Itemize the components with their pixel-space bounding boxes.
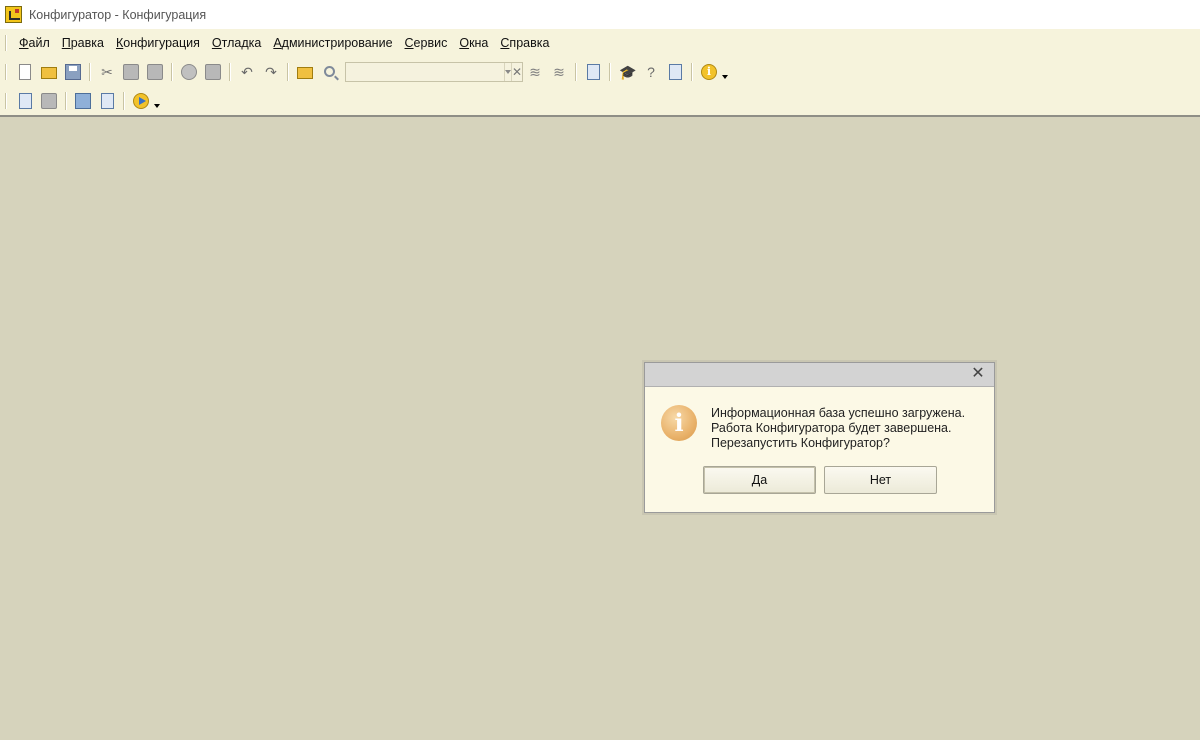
- toolbar-separator: [287, 62, 289, 81]
- toolbar-grip: [5, 63, 7, 80]
- menu-help[interactable]: Справка: [494, 36, 555, 50]
- redo-icon: ↷: [265, 63, 277, 80]
- toolbar-separator: [123, 92, 125, 110]
- find-in-folder-button[interactable]: [294, 61, 316, 83]
- context-help-button[interactable]: ?: [640, 61, 662, 83]
- dialog-message: Информационная база успешно загружена. Р…: [711, 406, 965, 451]
- cut-button[interactable]: ✂: [96, 61, 118, 83]
- assistant-button[interactable]: 🎓: [616, 61, 638, 83]
- find-prev-button[interactable]: ≋: [548, 61, 570, 83]
- configuration-icon: [18, 93, 32, 109]
- find-button[interactable]: [318, 61, 340, 83]
- dialog-message-line: Информационная база успешно загружена.: [711, 406, 966, 420]
- play-icon: [133, 93, 149, 109]
- print-icon: [181, 63, 197, 80]
- chevron-down-icon[interactable]: [154, 104, 160, 108]
- book-icon: [668, 63, 682, 80]
- save-icon: [65, 63, 81, 80]
- toolbar-grip: [5, 93, 7, 109]
- help-search-icon: ?: [647, 63, 655, 80]
- print-button[interactable]: [178, 61, 200, 83]
- syntax-helper-button[interactable]: [664, 61, 686, 83]
- scissors-icon: ✂: [101, 63, 113, 80]
- menu-edit[interactable]: Правка: [56, 36, 110, 50]
- close-icon[interactable]: ✕: [970, 366, 986, 382]
- chevron-down-icon[interactable]: [504, 62, 511, 81]
- new-button[interactable]: [14, 61, 36, 83]
- toolbar-separator: [171, 62, 173, 81]
- dialog-message-line: Работа Конфигуратора будет завершена.: [711, 421, 952, 435]
- syntax-check-button[interactable]: [582, 61, 604, 83]
- main-workspace: [0, 119, 1200, 740]
- update-database-button[interactable]: [72, 90, 94, 112]
- menu-configuration[interactable]: Конфигурация: [110, 36, 206, 50]
- search-input[interactable]: [346, 62, 504, 81]
- menu-bar: Файл Правка Конфигурация Отладка Админис…: [0, 29, 1200, 56]
- menu-administration[interactable]: Администрирование: [267, 36, 398, 50]
- database-update-icon: [75, 93, 91, 109]
- info-icon: i: [661, 405, 697, 441]
- dialog-message-line: Перезапустить Конфигуратор?: [711, 436, 890, 450]
- copy-button[interactable]: [120, 61, 142, 83]
- no-button[interactable]: Нет: [824, 466, 937, 494]
- toolbar-separator: [229, 62, 231, 81]
- search-combo: ✕: [345, 61, 523, 82]
- menu-grip: [5, 34, 7, 51]
- title-bar: Конфигуратор - Конфигурация: [0, 0, 1200, 29]
- folder-search-icon: [297, 67, 313, 79]
- new-document-icon: [19, 63, 31, 80]
- preview-button[interactable]: [202, 61, 224, 83]
- close-icon[interactable]: ✕: [511, 62, 522, 81]
- find-next-icon: ≋: [529, 63, 541, 80]
- configuration-toolbar: [0, 87, 1200, 117]
- window-icon: [100, 93, 114, 109]
- open-configuration-button[interactable]: [14, 90, 36, 112]
- folder-open-icon: [41, 67, 57, 79]
- menu-service[interactable]: Сервис: [399, 36, 454, 50]
- dialog-header: ✕: [645, 363, 994, 387]
- document-list-icon: [41, 93, 57, 109]
- restart-dialog: ✕ i Информационная база успешно загружен…: [644, 362, 995, 513]
- search-icon: [323, 66, 335, 77]
- yes-button[interactable]: Да: [703, 466, 816, 494]
- toolbar-separator: [691, 62, 693, 81]
- toolbar-separator: [609, 62, 611, 81]
- toolbar-separator: [575, 62, 577, 81]
- paste-button[interactable]: [144, 61, 166, 83]
- dialog-body: i Информационная база успешно загружена.…: [645, 387, 994, 512]
- open-button[interactable]: [38, 61, 60, 83]
- menu-windows[interactable]: Окна: [453, 36, 494, 50]
- toolbar-separator: [65, 92, 67, 110]
- print-preview-icon: [205, 63, 221, 80]
- copy-icon: [123, 63, 139, 80]
- window-button[interactable]: [96, 90, 118, 112]
- chevron-down-icon[interactable]: [722, 74, 728, 79]
- find-next-button[interactable]: ≋: [524, 61, 546, 83]
- document-check-icon: [586, 63, 600, 80]
- undo-icon: ↶: [241, 63, 253, 80]
- menu-debug[interactable]: Отладка: [206, 36, 267, 50]
- toolbar-separator: [89, 62, 91, 81]
- info-icon: i: [701, 63, 717, 80]
- standard-toolbar: ✂ ↶ ↷ ✕ ≋ ≋ 🎓 ? i: [0, 56, 1200, 87]
- graduate-icon: 🎓: [619, 63, 637, 80]
- menu-file[interactable]: Файл: [13, 36, 56, 50]
- app-icon: [5, 6, 22, 23]
- info-button[interactable]: i: [698, 61, 720, 83]
- redo-button[interactable]: ↷: [260, 61, 282, 83]
- paste-icon: [147, 63, 163, 80]
- save-button[interactable]: [62, 61, 84, 83]
- database-configuration-button[interactable]: [38, 90, 60, 112]
- window-title: Конфигуратор - Конфигурация: [29, 7, 207, 22]
- undo-button[interactable]: ↶: [236, 61, 258, 83]
- start-debugging-button[interactable]: [130, 90, 152, 112]
- find-previous-icon: ≋: [553, 63, 565, 80]
